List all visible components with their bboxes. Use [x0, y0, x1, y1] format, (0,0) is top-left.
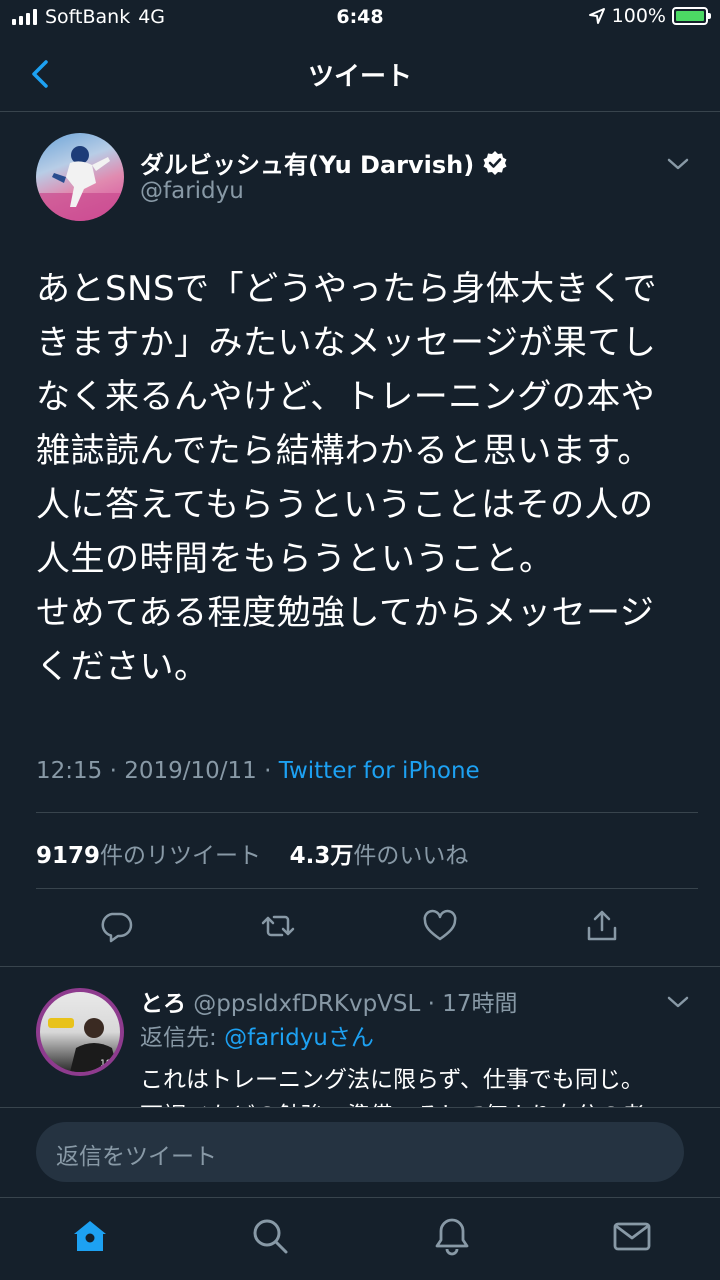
reply-icon	[101, 912, 133, 943]
author-handle[interactable]: @faridyu	[140, 178, 244, 204]
tweet-actions	[0, 908, 720, 948]
page-title: ツイート	[307, 62, 412, 92]
compose-placeholder: 返信をツイート	[56, 1144, 217, 1170]
reply-avatar-photo: 18	[48, 1018, 118, 1072]
like-label[interactable]: 件のいいね	[353, 843, 468, 869]
chevron-down-icon	[667, 158, 689, 170]
tab-messages[interactable]	[612, 1216, 652, 1256]
like-icon	[423, 909, 457, 941]
tweet-meta: 12:15 · 2019/10/11 · Twitter for iPhone	[36, 758, 480, 784]
author-name[interactable]: ダルビッシュ有(Yu Darvish)	[140, 145, 508, 180]
location-icon	[588, 8, 605, 24]
reply-to-line: 返信先: @faridyuさん	[140, 1018, 374, 1052]
tweet-text: あとSNSで「どうやったら身体大きくで きますか」みたいなメッセージが果てし な…	[36, 269, 658, 687]
divider	[0, 966, 720, 967]
battery-icon	[672, 7, 711, 25]
tweet-source-link[interactable]: Twitter for iPhone	[279, 758, 480, 784]
avatar-photo	[36, 146, 124, 221]
tweet-menu-button[interactable]	[664, 152, 692, 176]
tab-notifications[interactable]	[432, 1216, 472, 1256]
divider	[36, 888, 698, 889]
messages-icon	[613, 1222, 651, 1251]
reply-button[interactable]	[98, 908, 134, 944]
reply-author-name[interactable]: とろ	[140, 991, 186, 1017]
status-bar: SoftBank 4G 6:48 100%	[0, 0, 720, 36]
retweet-icon	[261, 915, 295, 937]
like-button[interactable]	[422, 908, 458, 944]
share-icon	[587, 910, 617, 941]
retweet-button[interactable]	[260, 908, 296, 944]
chevron-down-icon	[667, 996, 689, 1008]
status-right: 100%	[588, 5, 711, 27]
search-icon	[253, 1219, 288, 1254]
reply-to-label: 返信先:	[140, 1025, 225, 1051]
author-avatar[interactable]	[36, 133, 124, 221]
reply-to-handle[interactable]: @faridyuさん	[224, 1025, 374, 1051]
tab-bar	[0, 1197, 720, 1280]
reply-text: これはトレーニング法に限らず、仕事でも同じ。 下調べなどの勉強、準備、そして何よ…	[140, 1067, 645, 1108]
share-button[interactable]	[584, 908, 620, 944]
tweet-timestamp: 12:15 · 2019/10/11 ·	[36, 758, 279, 784]
retweet-count[interactable]: 9179	[36, 843, 100, 869]
battery-percent: 100%	[611, 5, 666, 27]
svg-text:18: 18	[100, 1059, 112, 1069]
like-count[interactable]: 4.3万	[290, 843, 354, 869]
reply-avatar[interactable]: 18	[36, 988, 124, 1076]
notifications-icon	[435, 1218, 469, 1256]
reply-header: とろ @ppsldxfDRKvpVSL · 17時間	[140, 984, 518, 1018]
nav-header: ツイート	[0, 36, 720, 112]
author-name-text: ダルビッシュ有(Yu Darvish)	[140, 151, 475, 179]
home-icon	[74, 1221, 106, 1251]
tab-home[interactable]	[70, 1216, 110, 1256]
compose-bar: 返信をツイート	[0, 1107, 720, 1197]
tweet-stats: 9179件のリツイート 4.3万件のいいね	[36, 836, 468, 870]
retweet-label[interactable]: 件のリツイート	[100, 843, 261, 869]
reply-menu-button[interactable]	[664, 990, 692, 1014]
verified-badge-icon	[483, 150, 507, 175]
reply-compose-input[interactable]: 返信をツイート	[36, 1122, 684, 1182]
reply-handle-time: @ppsldxfDRKvpVSL · 17時間	[186, 991, 518, 1017]
divider	[36, 812, 698, 813]
tab-search[interactable]	[250, 1216, 290, 1256]
